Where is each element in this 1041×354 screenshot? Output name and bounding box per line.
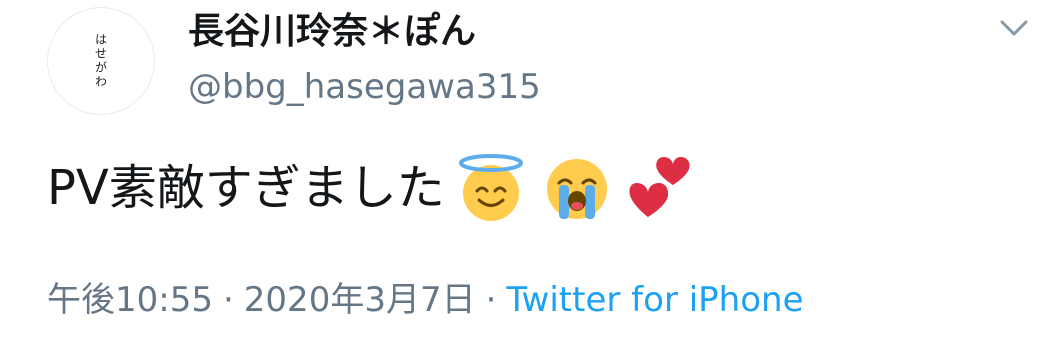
separator: · xyxy=(485,280,497,320)
two-hearts-icon xyxy=(629,157,690,217)
chevron-down-icon[interactable] xyxy=(996,10,1032,46)
tweet-date: 2020年3月7日 xyxy=(243,280,476,320)
avatar-text: はせがわ xyxy=(93,33,108,89)
tweet-body: PV素敵すぎました xyxy=(47,160,445,216)
tweet-source-link[interactable]: Twitter for iPhone xyxy=(506,280,803,320)
loudly-crying-face-icon xyxy=(546,159,607,219)
avatar[interactable]: はせがわ xyxy=(47,7,155,115)
separator: · xyxy=(222,280,234,320)
smiling-face-with-halo-icon xyxy=(458,154,523,221)
tweet-text: PV素敵すぎました xyxy=(47,153,703,223)
display-name[interactable]: 長谷川玲奈＊ぽん xyxy=(188,10,476,54)
tweet-time: 午後10:55 xyxy=(47,280,213,320)
tweet-meta: 午後10:55 · 2020年3月7日 · Twitter for iPhone xyxy=(47,278,804,322)
user-handle[interactable]: @bbg_hasegawa315 xyxy=(188,66,541,108)
